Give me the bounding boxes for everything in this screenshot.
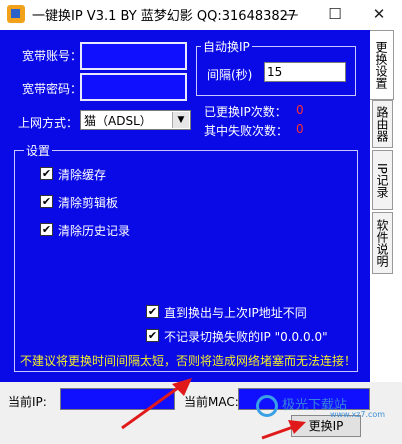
current-mac-label: 当前MAC: [184, 395, 239, 409]
clear-clipboard-label: 清除剪辑板 [58, 196, 119, 210]
close-button[interactable]: ✕ [357, 0, 401, 30]
net-type-select[interactable]: 猫（ADSL） ▼ [80, 110, 191, 130]
clear-clipboard-checkbox[interactable]: ✔ [40, 195, 53, 208]
tab-change-settings[interactable]: 更换设置 [370, 30, 394, 100]
clear-history-checkbox[interactable]: ✔ [40, 223, 53, 236]
net-type-label: 上网方式： [18, 116, 79, 130]
skip-failed-ip-checkbox[interactable]: ✔ [146, 329, 159, 342]
warning-text: 不建议将更换时间间隔太短，否则将造成网络堵塞而无法连接！ [20, 354, 357, 368]
clear-cache-label: 清除缓存 [58, 168, 107, 182]
net-type-value: 猫（ADSL） [84, 114, 152, 128]
auto-change-title: 自动换IP [201, 38, 252, 55]
app-icon [7, 5, 25, 23]
current-ip-label: 当前IP: [8, 395, 47, 409]
interval-input[interactable]: 15 [264, 62, 346, 82]
password-label: 宽带密码： [22, 82, 83, 96]
interval-label: 间隔(秒) [207, 68, 253, 82]
password-field[interactable] [80, 73, 187, 101]
chevron-down-icon[interactable]: ▼ [172, 112, 189, 128]
different-ip-checkbox[interactable]: ✔ [146, 305, 159, 318]
username-label: 宽带账号： [22, 49, 83, 63]
skip-failed-ip-label: 不记录切换失败的IP "0.0.0.0" [164, 330, 328, 344]
clear-cache-checkbox[interactable]: ✔ [40, 167, 53, 180]
current-ip-field [60, 388, 175, 410]
settings-panel: 宽带账号： 宽带密码： 上网方式： 猫（ADSL） ▼ 自动换IP 间隔(秒) … [0, 30, 370, 382]
failed-count-label: 其中失败次数： [204, 124, 289, 138]
settings-title: 设置 [24, 142, 53, 159]
different-ip-label: 直到换出与上次IP地址不同 [164, 306, 307, 320]
username-field[interactable] [80, 42, 187, 70]
minimize-button[interactable]: — [269, 0, 313, 30]
watermark-logo-icon [256, 395, 278, 417]
title-bar: 一键换IP V3.1 BY 蓝梦幻影 QQ:316483827 — ☐ ✕ [0, 0, 402, 30]
tab-software-info[interactable]: 软件说明 [372, 212, 393, 274]
changed-count-label: 已更换IP次数： [204, 105, 287, 119]
window-title: 一键换IP V3.1 BY 蓝梦幻影 QQ:316483827 [32, 9, 297, 24]
bottom-bar: 当前IP: 当前MAC: 更换IP 极光下载站 www.xz7.com [0, 382, 402, 444]
clear-history-label: 清除历史记录 [58, 224, 131, 238]
maximize-button[interactable]: ☐ [313, 0, 357, 30]
failed-count-value: 0 [296, 122, 304, 136]
tab-ip-log[interactable]: IP记录 [372, 150, 393, 210]
tab-router[interactable]: 路由器 [372, 100, 393, 148]
watermark-url: www.xz7.com [330, 410, 386, 419]
changed-count-value: 0 [296, 103, 304, 117]
